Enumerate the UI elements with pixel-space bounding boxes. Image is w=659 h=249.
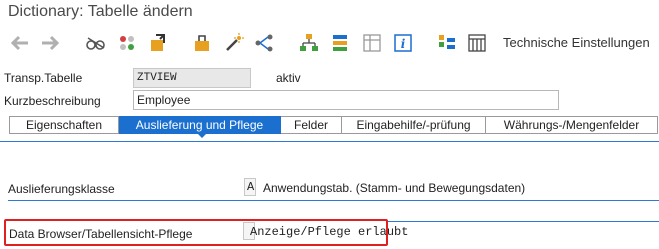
svg-text:i: i <box>401 37 406 51</box>
check-object-icon[interactable] <box>146 31 170 55</box>
delivery-class-key: A <box>247 180 255 194</box>
maintenance-underline <box>388 221 659 222</box>
where-used-icon[interactable] <box>190 31 214 55</box>
tab-eingabehilfe[interactable]: Eingabehilfe/-prüfung <box>342 116 486 134</box>
info-icon[interactable]: i <box>391 31 415 55</box>
delivery-class-label: Auslieferungsklasse <box>8 182 115 196</box>
display-change-glasses-icon[interactable] <box>84 31 108 55</box>
magic-wand-icon[interactable] <box>222 31 246 55</box>
structure-tree-icon[interactable] <box>435 31 459 55</box>
table-name-field[interactable]: ZTVIEW <box>133 68 251 88</box>
window-title: Dictionary: Tabelle ändern <box>8 3 193 20</box>
back-arrow-icon[interactable] <box>8 31 32 55</box>
tab-divider <box>0 141 659 142</box>
stack-layers-icon[interactable] <box>328 31 352 55</box>
tab-strip: Eigenschaften Auslieferung und Pflege Fe… <box>9 116 658 134</box>
table-label: Transp.Tabelle <box>4 71 83 85</box>
short-description-input[interactable]: Employee <box>133 90 559 110</box>
tab-waehrungs-mengenfelder[interactable]: Währungs-/Mengenfelder <box>486 116 658 134</box>
tab-felder[interactable]: Felder <box>281 116 342 134</box>
table-grid-icon[interactable] <box>360 31 384 55</box>
status-text: aktiv <box>276 71 301 85</box>
tab-auslieferung-und-pflege[interactable]: Auslieferung und Pflege <box>119 116 281 134</box>
active-tab-pointer <box>197 133 207 138</box>
short-description-label: Kurzbeschreibung <box>4 94 101 108</box>
application-toolbar: i Technische Einstellungen <box>0 28 659 58</box>
technical-settings-button[interactable]: Technische Einstellungen <box>503 34 650 52</box>
maintenance-value[interactable]: Anzeige/Pflege erlaubt <box>250 224 408 240</box>
tab-eigenschaften[interactable]: Eigenschaften <box>9 116 119 134</box>
activate-icon[interactable] <box>115 31 139 55</box>
data-browser-maintenance-label: Data Browser/Tabellensicht-Pflege <box>9 227 193 241</box>
delivery-class-text: Anwendungstab. (Stamm- und Bewegungsdate… <box>263 181 526 195</box>
delivery-class-underline <box>8 200 659 201</box>
hierarchy-icon[interactable] <box>252 31 276 55</box>
forward-arrow-icon[interactable] <box>38 31 62 55</box>
org-structure-icon[interactable] <box>297 31 321 55</box>
columns-icon[interactable] <box>465 31 489 55</box>
